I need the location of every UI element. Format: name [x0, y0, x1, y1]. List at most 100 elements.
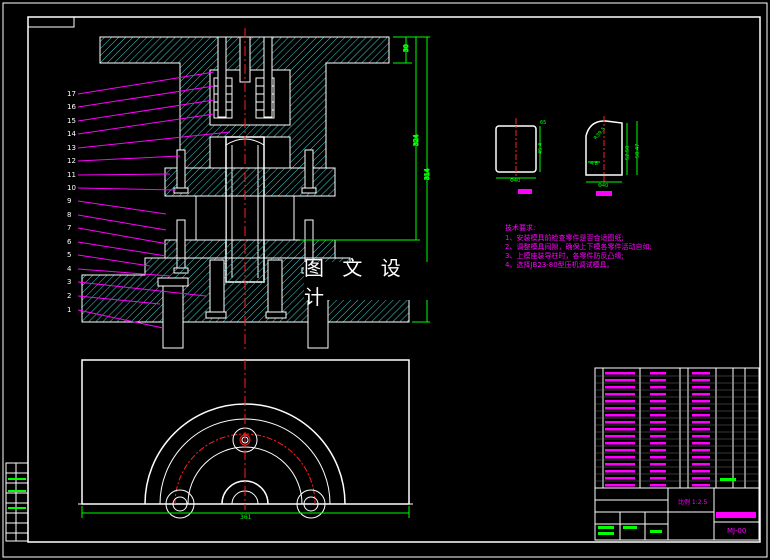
parts-list-cell-mark	[692, 400, 710, 403]
parts-list-cell-mark	[650, 428, 666, 431]
parts-list-cell-mark	[692, 456, 710, 459]
parts-list-cell-mark	[692, 470, 710, 473]
parts-list-cell-mark	[605, 400, 635, 403]
svg-text:4.8: 4.8	[590, 161, 598, 167]
parts-list-cell-mark	[692, 449, 710, 452]
svg-text:5: 5	[67, 251, 71, 259]
svg-text:324: 324	[413, 134, 420, 146]
balloon-12: 12	[67, 155, 181, 165]
parts-list-rows	[595, 372, 759, 489]
parts-list-cell-mark	[692, 463, 710, 466]
parts-list-cell-mark	[692, 421, 710, 424]
technical-requirements: 技术要求: 1、安装模具前检查零件是否合适图纸; 2、调整模具间隙，确保上下模各…	[505, 223, 652, 269]
parts-list-cell-mark	[605, 421, 635, 424]
drawing-code-tab	[27, 16, 75, 28]
parts-list-cell-mark	[692, 414, 710, 417]
svg-text:1: 1	[67, 306, 71, 314]
drawing-code: MJ-00	[727, 527, 746, 535]
svg-text:Φ40: Φ40	[510, 178, 520, 184]
parts-list-cell-mark	[605, 414, 635, 417]
svg-text:14: 14	[67, 130, 76, 138]
parts-list-cell-mark	[605, 470, 635, 473]
parts-list-cell-mark	[650, 442, 666, 445]
svg-text:65: 65	[540, 120, 546, 126]
balloon-5: 5	[67, 251, 151, 267]
parts-list-cell-mark	[692, 386, 710, 389]
svg-text:17: 17	[67, 90, 76, 98]
parts-list-cell-mark	[650, 477, 666, 480]
svg-text:2: 2	[67, 292, 71, 300]
parts-list-cell-mark	[650, 393, 666, 396]
parts-list-cell-mark	[650, 421, 666, 424]
parts-list-cell-mark	[605, 435, 635, 438]
parts-list-cell-mark	[692, 442, 710, 445]
parts-list-cell-mark	[692, 484, 710, 487]
detail-part-a: Φ40 45.4 65	[495, 118, 546, 194]
parts-list-cell-mark	[650, 435, 666, 438]
svg-text:52.50: 52.50	[625, 146, 631, 160]
parts-list-cell-mark	[605, 379, 635, 382]
parts-list-cell-mark	[605, 463, 635, 466]
parts-list-cell-mark	[605, 456, 635, 459]
parts-list-cell-mark	[605, 393, 635, 396]
parts-list-cell-mark	[650, 372, 666, 375]
parts-list-cell-mark	[650, 386, 666, 389]
parts-list-cell-mark	[692, 407, 710, 410]
svg-text:Φ40: Φ40	[598, 183, 608, 189]
svg-text:3: 3	[67, 278, 71, 286]
parts-list-cell-mark	[650, 484, 666, 487]
parts-list-cell-mark	[692, 372, 710, 375]
balloon-8: 8	[67, 211, 167, 231]
parts-list-cell-mark	[692, 393, 710, 396]
svg-text:6: 6	[67, 238, 72, 246]
svg-text:50.47: 50.47	[635, 144, 641, 158]
svg-text:3、上模座装导柱时，各零件防反凸缘;: 3、上模座装导柱时，各零件防反凸缘;	[505, 251, 624, 260]
parts-list-cell-mark	[605, 484, 635, 487]
svg-text:13: 13	[67, 144, 76, 152]
parts-list-cell-mark	[605, 442, 635, 445]
svg-text:10: 10	[67, 184, 76, 192]
parts-list-cell-mark	[605, 407, 635, 410]
balloon-9: 9	[67, 197, 167, 215]
parts-list-cell-mark	[650, 456, 666, 459]
parts-list-cell-mark	[605, 372, 635, 375]
svg-text:8: 8	[67, 211, 71, 219]
svg-text:技术要求:: 技术要求:	[505, 223, 535, 232]
parts-list-cell-mark	[692, 428, 710, 431]
plan-view: 361	[78, 359, 413, 521]
watermark-label: 图 文 设 计	[304, 256, 430, 309]
svg-text:1、安装模具前检查零件是否合适图纸;: 1、安装模具前检查零件是否合适图纸;	[505, 233, 624, 242]
parts-list-cell-mark	[605, 449, 635, 452]
svg-text:314: 314	[424, 168, 431, 180]
parts-list-cell-mark	[692, 477, 710, 480]
parts-list-cell-mark	[605, 477, 635, 480]
svg-text:2、调整模具间隙，确保上下模各零件活动自如;: 2、调整模具间隙，确保上下模各零件活动自如;	[505, 242, 652, 251]
svg-text:11: 11	[67, 171, 76, 179]
parts-list-cell-mark	[692, 435, 710, 438]
balloon-11: 11	[67, 171, 171, 179]
revision-block	[5, 462, 29, 542]
parts-list-cell-mark	[650, 463, 666, 466]
svg-text:9: 9	[67, 197, 71, 205]
svg-text:4: 4	[67, 265, 72, 273]
scale-note: 比例 1:2.5	[678, 498, 707, 506]
parts-list-cell-mark	[650, 449, 666, 452]
balloon-10: 10	[67, 184, 177, 192]
svg-text:30: 30	[403, 44, 410, 52]
parts-list-cell-mark	[605, 428, 635, 431]
svg-text:R39.5: R39.5	[593, 126, 607, 141]
svg-text:361: 361	[240, 514, 252, 521]
parts-list-cell-mark	[650, 414, 666, 417]
parts-list-cell-mark	[650, 379, 666, 382]
parts-list-cell-mark	[650, 470, 666, 473]
parts-list-cell-mark	[692, 379, 710, 382]
svg-text:12: 12	[67, 157, 76, 165]
svg-text:45.4: 45.4	[538, 143, 544, 154]
balloon-7: 7	[67, 224, 169, 245]
parts-list-cell-mark	[605, 386, 635, 389]
parts-list-cell-mark	[650, 400, 666, 403]
svg-text:16: 16	[67, 103, 76, 111]
svg-text:15: 15	[67, 117, 76, 125]
detail-part-b: 4.8 R39.5 Φ40 52.50 50.47	[585, 116, 641, 196]
svg-text:7: 7	[67, 224, 71, 232]
